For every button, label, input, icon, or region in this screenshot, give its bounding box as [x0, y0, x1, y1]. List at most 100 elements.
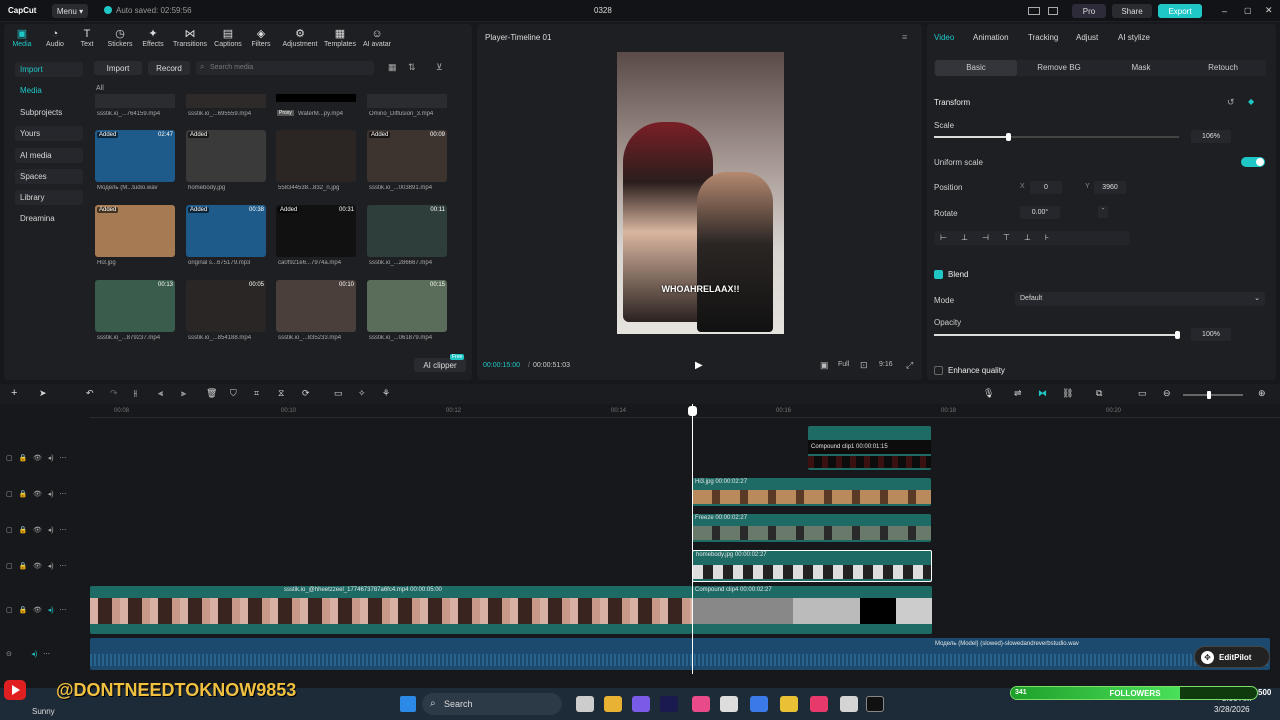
compound-clip-4[interactable]: Compound clip4 00:00:02:27 — [692, 586, 932, 634]
crop-tool-icon[interactable]: ⌗ — [254, 388, 259, 399]
media-thumbnail[interactable]: Added 00:31 — [276, 205, 356, 257]
project-title[interactable]: 0328 — [594, 6, 612, 15]
opacity-slider-knob[interactable] — [1175, 331, 1180, 339]
add-track-icon[interactable]: + — [11, 387, 17, 399]
quality-icon[interactable]: Full — [838, 361, 849, 368]
grid-view-icon[interactable]: ▦ — [388, 62, 397, 73]
media-thumbnail[interactable]: 00:15 — [367, 280, 447, 332]
opacity-slider[interactable] — [934, 331, 1180, 339]
after-effects-icon[interactable] — [660, 696, 678, 712]
mode-select[interactable]: Default ⌄ — [1015, 292, 1265, 306]
compound-clip-1[interactable]: Compound clip1 00:00:01:15 — [808, 426, 931, 470]
media-thumbnail[interactable]: Added 02:47 — [95, 130, 175, 182]
scale-value[interactable]: 106% — [1191, 130, 1231, 143]
tab-tracking[interactable]: Tracking — [1028, 33, 1058, 42]
close-icon[interactable]: ✕ — [1265, 5, 1273, 16]
freeze-icon[interactable]: ▭ — [334, 388, 343, 399]
explorer-icon[interactable] — [604, 696, 622, 712]
sidebar-item-ai-media[interactable]: AI media — [15, 148, 83, 163]
capcut-taskbar-icon[interactable] — [866, 696, 884, 712]
shield-icon[interactable]: ⛉ — [230, 388, 237, 399]
hi3-clip[interactable]: Hi3.jpg 00:00:02:27 — [692, 478, 931, 506]
chain-icon[interactable]: ⛓ — [1062, 388, 1073, 399]
media-thumbnail[interactable]: Added — [95, 205, 175, 257]
split-icon[interactable]: ⫲ — [134, 388, 137, 399]
layout-icon[interactable] — [1028, 7, 1040, 15]
subtab-mask[interactable]: Mask — [1101, 60, 1181, 76]
uniform-scale-toggle[interactable] — [1241, 157, 1265, 167]
snapshot-icon[interactable]: ⊡ — [860, 360, 868, 371]
scale-slider[interactable] — [934, 133, 1179, 141]
mail-icon[interactable] — [750, 696, 768, 712]
homebody-clip[interactable]: homebody.jpg 00:00:02:27 — [692, 550, 932, 582]
tab-video[interactable]: Video — [934, 33, 954, 42]
mirror-icon[interactable]: ⧖ — [278, 388, 284, 399]
mic-icon[interactable]: 🎙 — [983, 388, 994, 399]
track-controls[interactable]: ▢ 🔒 👁 ◂) ⋯ — [6, 454, 66, 462]
delete-icon[interactable]: 🗑 — [206, 388, 217, 399]
thumb-partial[interactable] — [367, 94, 447, 108]
sidebar-item-media[interactable]: Media — [15, 83, 83, 98]
split-right-icon[interactable]: ⫸ — [181, 388, 186, 399]
media-thumbnail[interactable]: 00:11 — [367, 205, 447, 257]
crop-icon[interactable]: ▣ — [820, 360, 829, 371]
align-buttons[interactable]: ⊢⊥⊣⊤⊥⊦ — [934, 231, 1130, 245]
player-menu-icon[interactable]: ≡ — [902, 32, 907, 42]
track-controls[interactable]: ▢ 🔒 👁 ◂) ⋯ — [6, 490, 66, 498]
preview-axis-icon[interactable]: ⧉ — [1096, 388, 1102, 399]
media-thumbnail[interactable]: Added 00:09 — [367, 130, 447, 182]
audio-clip[interactable]: Модель (Model) (slowed)-slowedandreverbs… — [90, 638, 1270, 670]
ratio-button[interactable]: 9:16 — [879, 361, 893, 368]
sidebar-item-import[interactable]: Import — [15, 62, 83, 77]
tool-transitions[interactable]: ⋈ Transitions — [170, 28, 210, 48]
track-controls[interactable]: ▢ 🔒 👁 ◂) ⋯ — [6, 606, 66, 614]
thumb-partial[interactable] — [276, 94, 356, 102]
split-left-icon[interactable]: ⫷ — [158, 388, 163, 399]
caption-track-icon[interactable]: ▭ — [1138, 388, 1147, 399]
position-y-input[interactable]: 3960 — [1094, 181, 1126, 194]
tool-effects[interactable]: ✦ Effects — [133, 28, 173, 48]
playhead-handle[interactable] — [688, 406, 697, 416]
media-thumbnail[interactable]: 00:10 — [276, 280, 356, 332]
select-tool-icon[interactable]: ➤ — [39, 388, 47, 399]
ai-tool-icon[interactable]: ⚘ — [382, 388, 390, 399]
redo-icon[interactable]: ↷ — [110, 388, 118, 399]
sidebar-item-spaces[interactable]: Spaces — [15, 169, 83, 184]
tool-filters[interactable]: ◈ Filters — [241, 28, 281, 48]
track-controls[interactable]: ⊙ ◂) ⋯ — [6, 650, 50, 658]
zoom-in-icon[interactable]: ⊕ — [1258, 388, 1266, 399]
sidebar-item-yours[interactable]: Yours — [15, 126, 83, 141]
thumb-partial[interactable] — [95, 94, 175, 108]
ai-clipper-button[interactable]: AI clipper — [414, 358, 466, 372]
store-icon[interactable] — [720, 696, 738, 712]
blend-checkbox[interactable] — [934, 270, 943, 279]
zoom-slider-knob[interactable] — [1207, 391, 1211, 399]
zoom-out-icon[interactable]: ⊖ — [1163, 388, 1171, 399]
sidebar-item-library[interactable]: Library — [15, 190, 83, 205]
instagram-icon[interactable] — [692, 696, 710, 712]
media-thumbnail[interactable] — [276, 130, 356, 182]
tab-adjust[interactable]: Adjust — [1076, 33, 1098, 42]
windows-start-icon[interactable] — [400, 696, 416, 712]
rotate-dial-icon[interactable]: - — [1098, 206, 1108, 218]
app-icon[interactable] — [840, 696, 858, 712]
filter-all[interactable]: All — [96, 85, 104, 92]
monitor-icon[interactable] — [1048, 7, 1058, 15]
taskbar-search[interactable]: ⌕ Search — [422, 693, 562, 715]
subtab-remove-bg[interactable]: Remove BG — [1019, 60, 1099, 76]
minimize-icon[interactable]: – — [1222, 6, 1227, 16]
keyframe-icon[interactable]: ◆ — [1248, 97, 1254, 106]
filter-icon[interactable]: ⊻ — [436, 62, 443, 73]
chrome-icon[interactable] — [780, 696, 798, 712]
tool-ai-avatar[interactable]: ☺ AI avatar — [357, 28, 397, 48]
sidebar-item-subprojects[interactable]: Subprojects — [15, 105, 83, 120]
reset-icon[interactable]: ↺ — [1227, 97, 1235, 108]
freeze-clip[interactable]: Freeze 00:00:02:27 — [692, 514, 931, 542]
taskview-icon[interactable] — [576, 696, 594, 712]
rotate-tool-icon[interactable]: ⟳ — [302, 388, 310, 399]
tool-templates[interactable]: ▦ Templates — [320, 28, 360, 48]
magic-icon[interactable]: ✧ — [358, 388, 366, 399]
tool-adjustment[interactable]: ⚙ Adjustment — [280, 28, 320, 48]
tab-animation[interactable]: Animation — [973, 33, 1009, 42]
opacity-value[interactable]: 100% — [1191, 328, 1231, 341]
